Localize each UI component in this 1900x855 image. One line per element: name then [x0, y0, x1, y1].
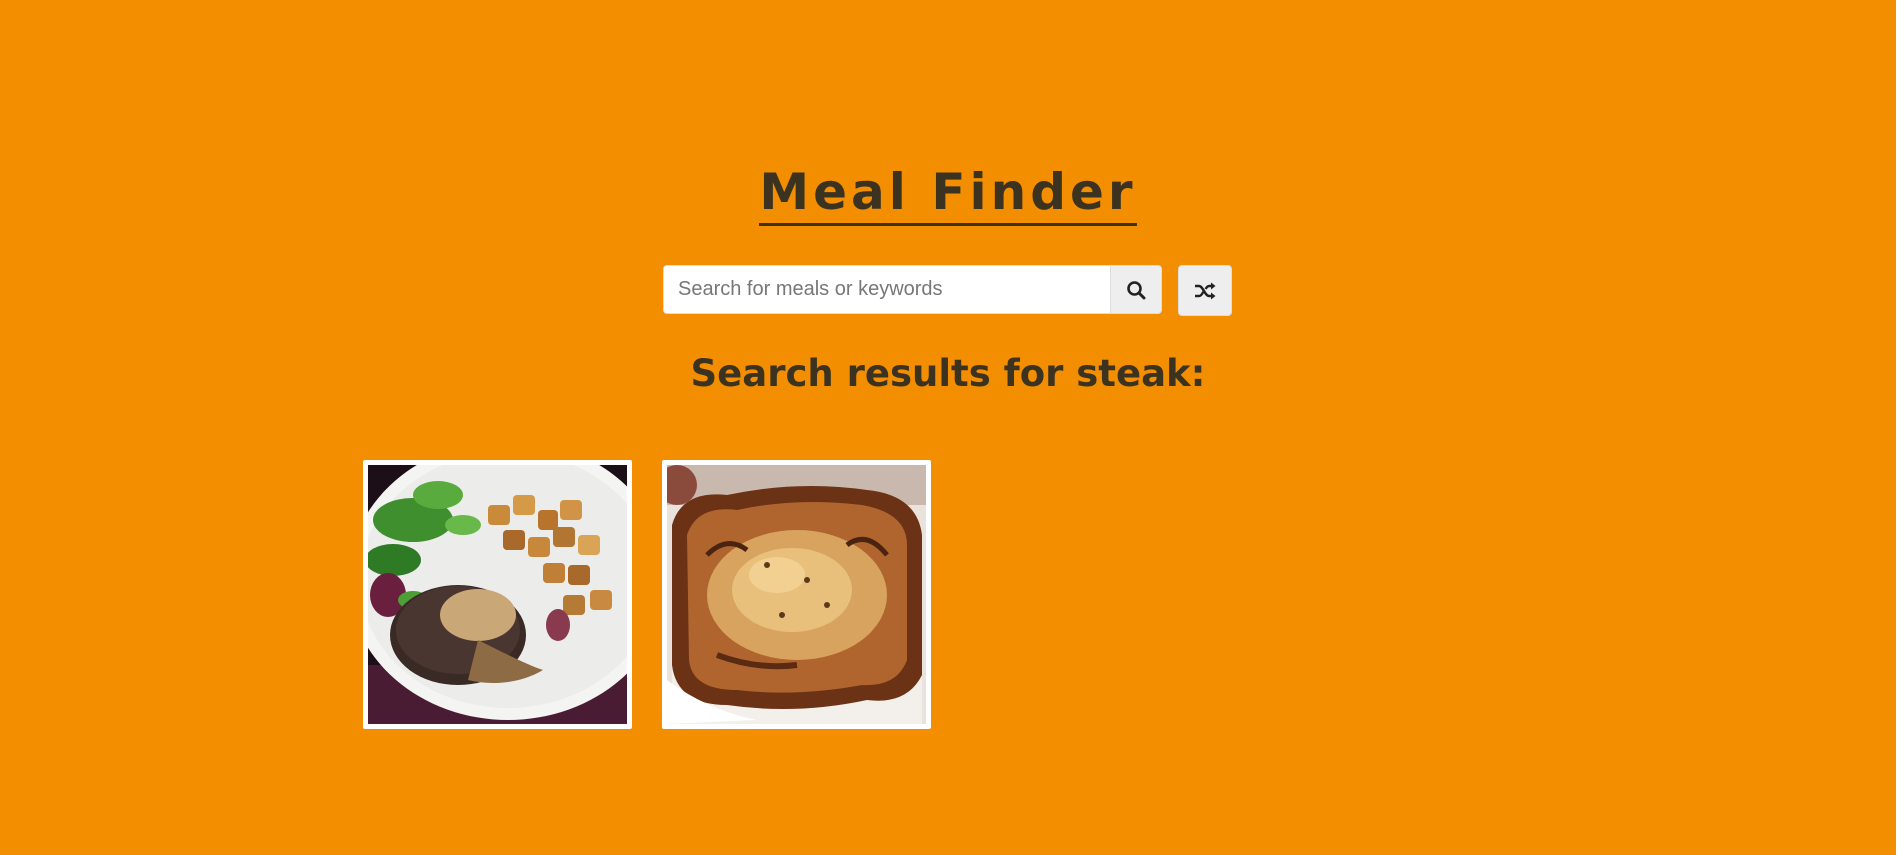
steak-meal-image: [368, 465, 627, 724]
page-container: Meal Finder Search results for steak:: [0, 0, 1896, 855]
search-icon: [1127, 280, 1146, 299]
search-results-heading: Search results for steak:: [690, 352, 1206, 395]
search-button[interactable]: [1110, 265, 1162, 314]
steak-pie-meal-image: [667, 465, 926, 724]
search-form: [663, 265, 1162, 316]
shuffle-icon: [1195, 282, 1216, 299]
page-title: Meal Finder: [0, 163, 1896, 226]
search-input[interactable]: [663, 265, 1110, 314]
scrollbar[interactable]: [1896, 0, 1900, 855]
meals-grid: [363, 460, 931, 729]
random-meal-button[interactable]: [1178, 265, 1232, 316]
meal-card[interactable]: [662, 460, 931, 729]
meal-card[interactable]: [363, 460, 632, 729]
page-title-text: Meal Finder: [759, 163, 1137, 226]
